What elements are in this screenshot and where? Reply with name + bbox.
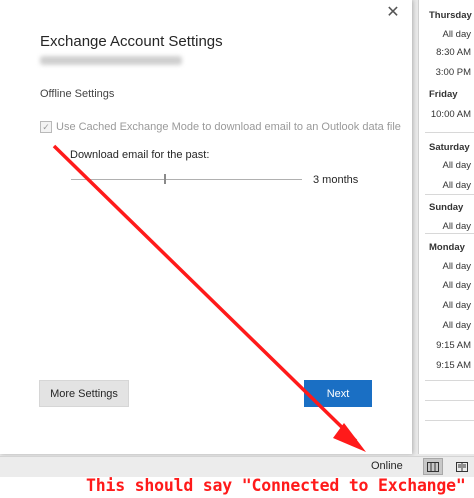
annotation-arrow: [52, 144, 366, 452]
arrow-shaft: [52, 144, 358, 443]
arrow-head: [333, 423, 366, 452]
